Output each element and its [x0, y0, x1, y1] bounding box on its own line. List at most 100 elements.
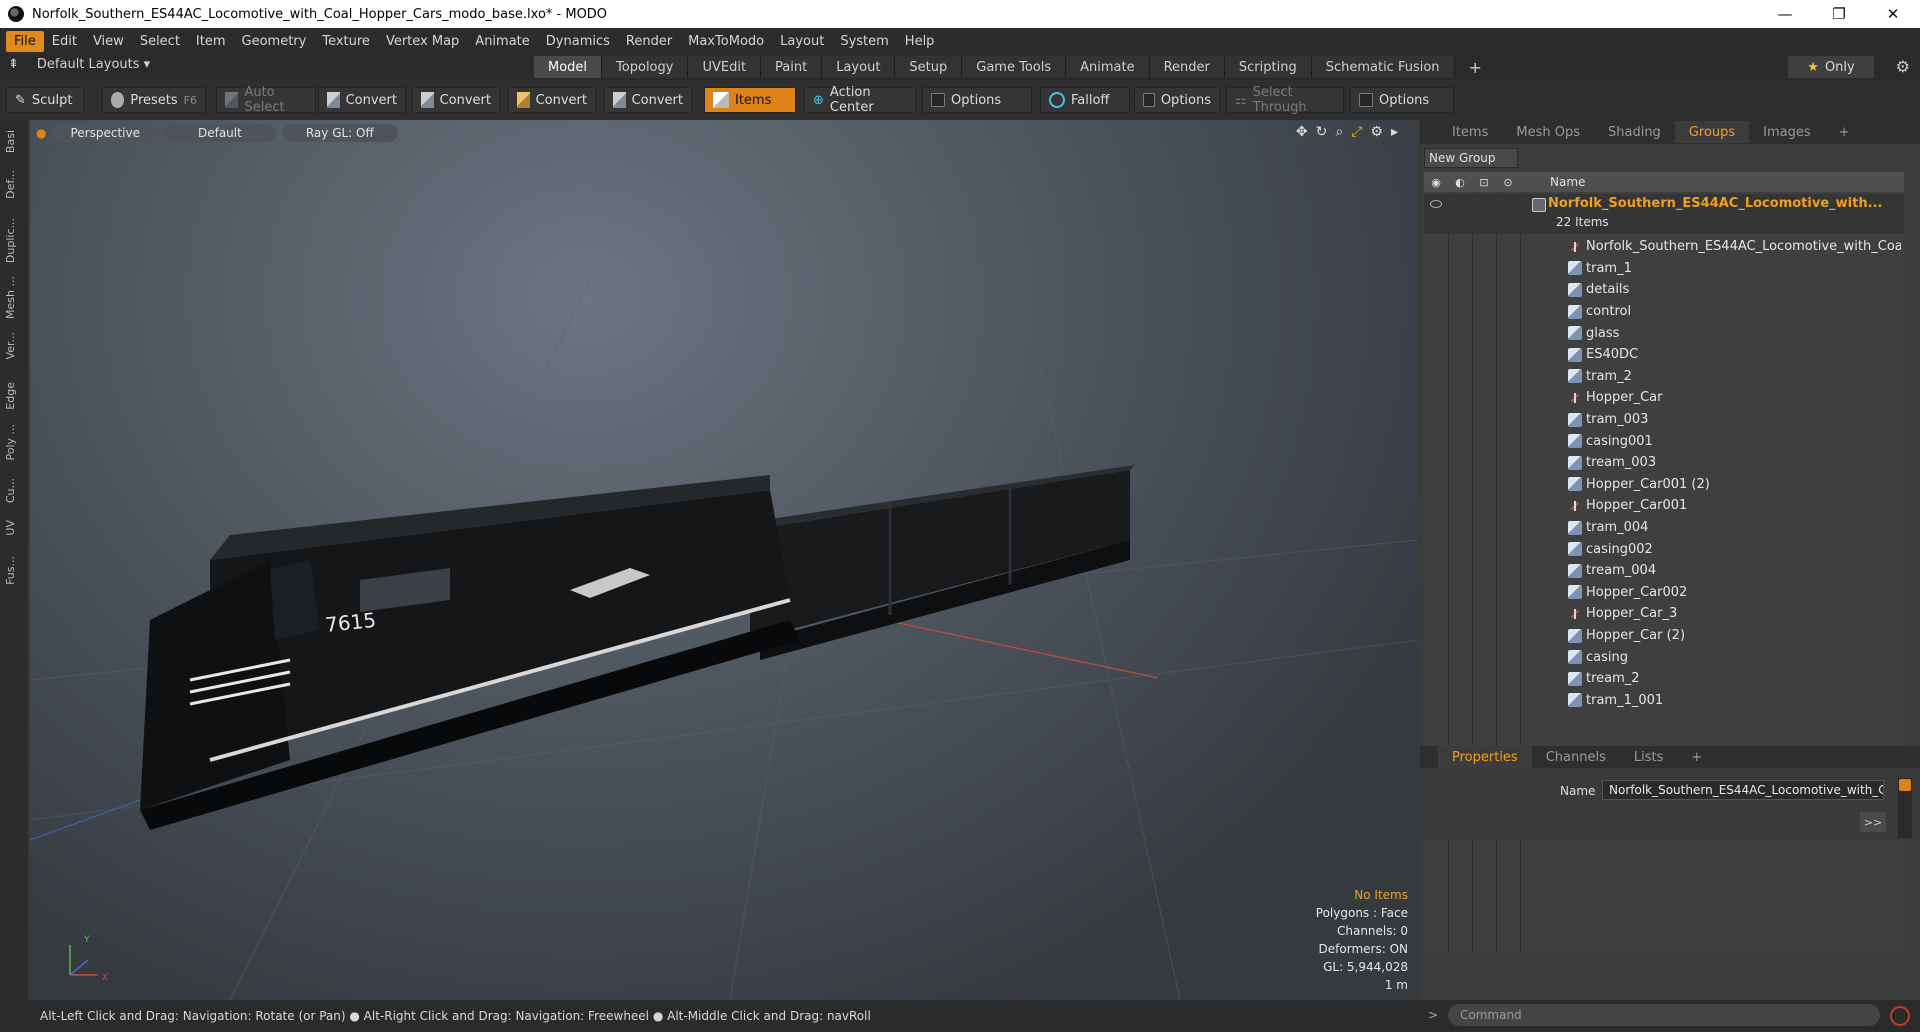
vtab-fusion[interactable]: Fus... — [4, 556, 24, 585]
close-button[interactable]: ✕ — [1866, 0, 1920, 28]
group-item-row[interactable]: tream_003 — [1424, 452, 1904, 474]
move-icon[interactable]: ✥ — [1296, 124, 1308, 140]
vtab-uv[interactable]: UV — [4, 520, 24, 536]
select-through-button[interactable]: ⚏ Select Through — [1226, 85, 1344, 115]
add-tab-button[interactable]: + — [1455, 56, 1496, 78]
tab-schematic-fusion[interactable]: Schematic Fusion — [1311, 56, 1455, 78]
lock-column-icon[interactable]: ⊡ — [1472, 176, 1496, 189]
vtab-duplicate[interactable]: Duplic... — [4, 218, 24, 263]
tab-topology[interactable]: Topology — [602, 56, 689, 78]
gear-icon[interactable]: ⚙ — [1896, 57, 1910, 76]
group-item-row[interactable]: tram_004 — [1424, 517, 1904, 539]
group-item-row[interactable]: tram_2 — [1424, 366, 1904, 388]
auto-select-button[interactable]: Auto Select — [216, 85, 316, 115]
group-item-row[interactable]: Hopper_Car (2) — [1424, 625, 1904, 647]
menu-animate[interactable]: Animate — [467, 31, 537, 52]
menu-edit[interactable]: Edit — [44, 31, 85, 52]
new-group-button[interactable]: New Group — [1424, 148, 1518, 168]
group-item-row[interactable]: tram_1_001 — [1424, 690, 1904, 712]
presets-button[interactable]: Presets F6 — [102, 87, 206, 113]
vtab-polygon[interactable]: Poly ... — [4, 424, 24, 461]
menu-layout[interactable]: Layout — [772, 31, 832, 52]
menu-dynamics[interactable]: Dynamics — [538, 31, 618, 52]
menu-view[interactable]: View — [85, 31, 132, 52]
group-item-row[interactable]: tram_003 — [1424, 409, 1904, 431]
more-properties-button[interactable]: >> — [1860, 812, 1886, 832]
tab-model[interactable]: Model — [534, 56, 603, 78]
menu-vertex-map[interactable]: Vertex Map — [378, 31, 467, 52]
group-item-row[interactable]: control — [1424, 301, 1904, 323]
sculpt-button[interactable]: ✎ Sculpt — [6, 87, 84, 113]
action-center-options-button[interactable]: Options — [922, 87, 1032, 113]
group-item-row[interactable]: casing001 — [1424, 430, 1904, 452]
shading-dropdown[interactable]: Default — [163, 124, 276, 142]
tab-layout[interactable]: Layout — [822, 56, 896, 78]
convert-materials-button[interactable]: Convert — [604, 87, 692, 113]
visibility-column-icon[interactable]: ◉ — [1424, 176, 1448, 189]
falloff-button[interactable]: Falloff — [1040, 87, 1130, 113]
group-item-row[interactable]: Hopper_Car — [1424, 387, 1904, 409]
name-field[interactable]: Norfolk_Southern_ES44AC_Locomotive_with_… — [1602, 780, 1884, 800]
tab-channels[interactable]: Channels — [1532, 746, 1620, 768]
tab-properties[interactable]: Properties — [1438, 746, 1532, 768]
tab-shading[interactable]: Shading — [1594, 121, 1675, 143]
tab-scripting[interactable]: Scripting — [1224, 56, 1312, 78]
menu-help[interactable]: Help — [897, 31, 943, 52]
render-column-icon[interactable]: ◐ — [1448, 176, 1472, 189]
vtab-deform[interactable]: Def... — [4, 170, 24, 199]
select-column-icon[interactable]: ⊙ — [1496, 176, 1520, 189]
menu-render[interactable]: Render — [618, 31, 680, 52]
rotate-icon[interactable]: ↻ — [1316, 124, 1328, 140]
vtab-curve[interactable]: Cu... — [4, 478, 24, 503]
group-item-row[interactable]: tram_1 — [1424, 258, 1904, 280]
minimize-button[interactable]: — — [1758, 0, 1812, 28]
3d-viewport[interactable]: 7615 ● Perspective Default Ray GL: Off ✥… — [30, 120, 1418, 1000]
convert-edges-button[interactable]: Convert — [412, 87, 500, 113]
group-item-row[interactable]: Hopper_Car_3 — [1424, 603, 1904, 625]
vtab-edge[interactable]: Edge — [4, 382, 24, 410]
viewport-gear-icon[interactable]: ⚙ — [1370, 124, 1383, 140]
group-item-row[interactable]: casing002 — [1424, 538, 1904, 560]
tab-setup[interactable]: Setup — [895, 56, 963, 78]
menu-system[interactable]: System — [832, 31, 896, 52]
add-panel-tab-button[interactable]: + — [1825, 121, 1864, 143]
command-history-button[interactable] — [1890, 1006, 1910, 1026]
tab-animate[interactable]: Animate — [1066, 56, 1150, 78]
group-item-row[interactable]: Hopper_Car001 — [1424, 495, 1904, 517]
vtab-basic[interactable]: Basi — [4, 130, 24, 153]
group-item-row[interactable]: Norfolk_Southern_ES44AC_Locomotive_with_… — [1424, 236, 1904, 258]
layouts-dropdown[interactable]: ⇞ Default Layouts ▾ — [8, 57, 150, 72]
group-item-row[interactable]: Hopper_Car001 (2) — [1424, 474, 1904, 496]
group-item-row[interactable]: casing — [1424, 646, 1904, 668]
name-column-header[interactable]: Name — [1550, 175, 1585, 189]
zoom-icon[interactable]: ⌕ — [1335, 124, 1343, 140]
eye-icon[interactable] — [1430, 200, 1442, 208]
falloff-options-button[interactable]: Options — [1134, 87, 1220, 113]
items-mode-button[interactable]: Items — [704, 87, 796, 113]
properties-scrollbar[interactable] — [1898, 778, 1912, 838]
raygl-dropdown[interactable]: Ray GL: Off — [281, 124, 398, 142]
only-toggle[interactable]: ★ Only — [1788, 56, 1874, 78]
tab-mesh-ops[interactable]: Mesh Ops — [1502, 121, 1594, 143]
convert-vertices-button[interactable]: Convert — [318, 87, 406, 113]
group-item-row[interactable]: tream_004 — [1424, 560, 1904, 582]
tab-render[interactable]: Render — [1149, 56, 1225, 78]
menu-maxtomodo[interactable]: MaxToModo — [680, 31, 772, 52]
tab-game-tools[interactable]: Game Tools — [962, 56, 1067, 78]
group-root-row[interactable]: Norfolk_Southern_ES44AC_Locomotive_with.… — [1424, 194, 1904, 234]
action-center-button[interactable]: ⊕ Action Center — [804, 85, 916, 115]
convert-polygons-button[interactable]: Convert — [508, 87, 596, 113]
vtab-vertex[interactable]: Ver... — [4, 332, 24, 359]
menu-select[interactable]: Select — [132, 31, 188, 52]
restore-button[interactable]: ❐ — [1812, 0, 1866, 28]
add-properties-tab-button[interactable]: + — [1677, 746, 1716, 768]
command-input[interactable]: Command — [1448, 1004, 1880, 1026]
tab-images[interactable]: Images — [1749, 121, 1825, 143]
viewport-menu-icon[interactable]: ● — [36, 124, 46, 142]
expand-arrow-icon[interactable]: ▸ — [1391, 124, 1398, 140]
tab-items[interactable]: Items — [1438, 121, 1502, 143]
tab-uvedit[interactable]: UVEdit — [688, 56, 762, 78]
group-item-row[interactable]: Hopper_Car002 — [1424, 582, 1904, 604]
select-through-options-button[interactable]: Options — [1350, 87, 1454, 113]
group-item-row[interactable]: tream_2 — [1424, 668, 1904, 690]
